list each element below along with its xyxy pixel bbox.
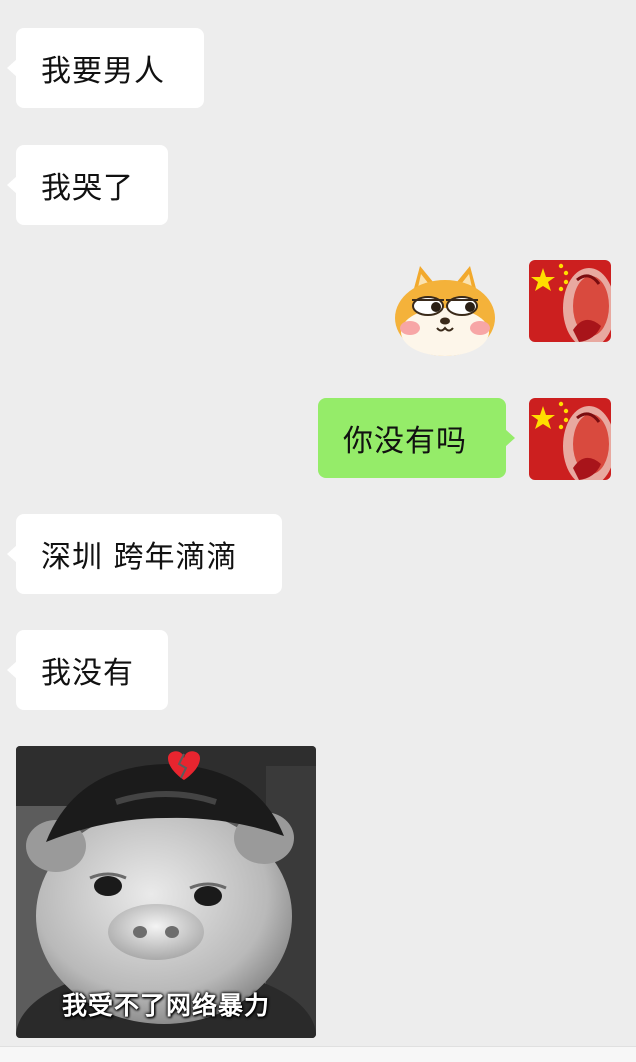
pig-meme-image[interactable]: 我受不了网络暴力 [16,746,316,1038]
shiba-dog-sticker[interactable] [390,262,500,358]
message-bubble-sent[interactable]: 你没有吗 [318,398,515,478]
user-avatar[interactable] [529,398,611,480]
message-bubble-received[interactable]: 深圳 跨年滴滴 [7,514,282,594]
message-bubble-received[interactable]: 我没有 [7,630,168,710]
user-avatar[interactable] [529,260,611,342]
message-text: 我没有 [41,656,134,691]
message-text: 深圳 跨年滴滴 [41,540,238,575]
message-text: 我哭了 [41,171,134,206]
input-bar-edge [0,1046,636,1062]
message-text: 我要男人 [41,54,165,89]
message-text: 你没有吗 [343,424,467,459]
message-bubble-received[interactable]: 我哭了 [7,145,168,225]
image-caption: 我受不了网络暴力 [61,991,270,1020]
message-bubble-received[interactable]: 我要男人 [7,28,204,108]
